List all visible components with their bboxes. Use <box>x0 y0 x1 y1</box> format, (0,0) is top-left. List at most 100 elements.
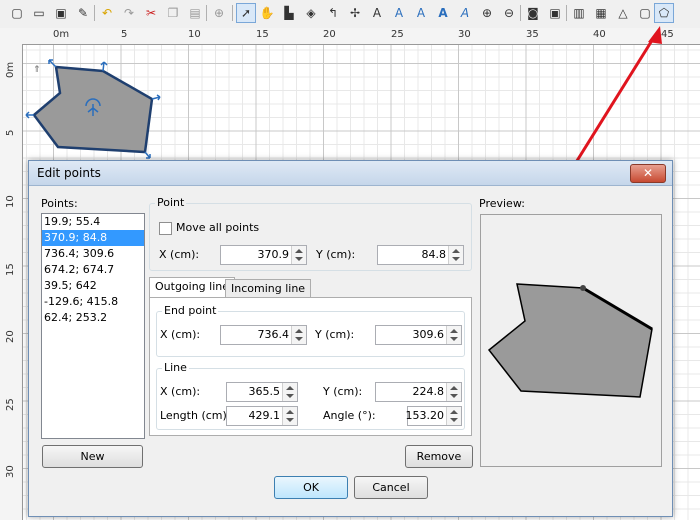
3d-view-icon[interactable]: △ <box>614 4 632 22</box>
spinner-arrows-icon[interactable] <box>291 326 306 344</box>
paste-icon[interactable]: ▤ <box>186 4 204 22</box>
new-button[interactable]: New <box>42 445 143 468</box>
move-all-checkbox[interactable] <box>159 222 172 235</box>
cut-icon[interactable]: ✂ <box>142 4 160 22</box>
preferences-icon[interactable]: ✎ <box>74 4 92 22</box>
end-x-label: X (cm): <box>160 328 201 341</box>
ruler-label: 20 <box>323 29 336 40</box>
create-dimensions-icon[interactable]: ✢ <box>346 4 364 22</box>
spinner-arrows-icon[interactable] <box>446 383 461 401</box>
points-label: Points: <box>41 197 78 210</box>
line-group-label: Line <box>162 361 189 374</box>
toolbar: ▢ ▭ ▣ ✎ ↶ ↷ ✂ ❐ ▤ ⊕ ➚ ✋ ▙ ◈ ↰ ✢ A A A A … <box>0 0 700 29</box>
cancel-button[interactable]: Cancel <box>354 476 428 499</box>
point-x-field[interactable]: 370.9 <box>220 245 307 265</box>
remove-button[interactable]: Remove <box>405 445 473 468</box>
ruler-label: 10 <box>188 29 201 40</box>
tab-incoming-line[interactable]: Incoming line <box>225 279 312 298</box>
copy-icon[interactable]: ❐ <box>164 4 182 22</box>
create-video-icon[interactable]: ▣ <box>546 4 564 22</box>
end-x-field[interactable]: 736.4 <box>220 325 307 345</box>
end-y-label: Y (cm): <box>315 328 355 341</box>
ok-button[interactable]: OK <box>274 476 348 499</box>
list-item-selected[interactable]: 370.9; 84.8 <box>42 230 144 246</box>
length-label: Length (cm): <box>160 409 231 422</box>
points-list[interactable]: 19.9; 55.4 370.9; 84.8 736.4; 309.6 674.… <box>41 213 145 439</box>
point-y-field[interactable]: 84.8 <box>377 245 464 265</box>
ruler-label: 30 <box>5 465 16 478</box>
spinner-arrows-icon[interactable] <box>446 407 461 425</box>
list-item[interactable]: 736.4; 309.6 <box>42 246 144 262</box>
ruler-label: 25 <box>391 29 404 40</box>
new-icon[interactable]: ▢ <box>8 4 26 22</box>
undo-icon[interactable]: ↶ <box>98 4 116 22</box>
preview-panel <box>480 214 662 467</box>
text-bold-icon[interactable]: A <box>434 4 452 22</box>
preview-drawing <box>487 283 653 398</box>
spinner-arrows-icon[interactable] <box>448 246 463 264</box>
ruler-label: 15 <box>256 29 269 40</box>
list-item[interactable]: 674.2; 674.7 <box>42 262 144 278</box>
line-y-value: 224.8 <box>412 385 445 398</box>
list-item[interactable]: -129.6; 415.8 <box>42 294 144 310</box>
create-walls-icon[interactable]: ▙ <box>280 4 298 22</box>
save-icon[interactable]: ▣ <box>52 4 70 22</box>
create-polylines-icon[interactable]: ↰ <box>324 4 342 22</box>
ruler-corner <box>0 28 23 45</box>
ruler-label: 5 <box>121 29 128 40</box>
length-field[interactable]: 429.1 <box>226 406 298 426</box>
create-photo-icon[interactable]: ◙ <box>524 4 542 22</box>
close-button[interactable]: ✕ <box>630 164 666 183</box>
text-style-icon[interactable]: A <box>390 4 408 22</box>
ruler-label: 35 <box>526 29 539 40</box>
spinner-arrows-icon[interactable] <box>291 246 306 264</box>
tab-outgoing-line[interactable]: Outgoing line <box>149 277 236 298</box>
end-y-value: 309.6 <box>412 328 445 341</box>
horizontal-ruler: 0m 5 10 15 20 25 30 35 40 45 <box>22 28 700 45</box>
spinner-arrows-icon[interactable] <box>446 326 461 344</box>
ruler-label: 40 <box>593 29 606 40</box>
redo-icon[interactable]: ↷ <box>120 4 138 22</box>
line-x-label: X (cm): <box>160 385 201 398</box>
zoom-in-icon[interactable]: ⊕ <box>478 4 496 22</box>
preview-selected-point <box>580 285 586 291</box>
pan-icon[interactable]: ✋ <box>258 4 276 22</box>
dialog-title: Edit points <box>37 166 101 180</box>
ruler-label: 15 <box>5 263 16 276</box>
edit-points-dialog: Edit points ✕ Points: 19.9; 55.4 370.9; … <box>28 160 673 517</box>
end-x-value: 736.4 <box>257 328 290 341</box>
angle-value: 153.20 <box>405 409 445 422</box>
point-y-value: 84.8 <box>421 248 447 261</box>
export-icon[interactable]: ▦ <box>592 4 610 22</box>
line-x-field[interactable]: 365.5 <box>226 382 298 402</box>
point-x-value: 370.9 <box>257 248 290 261</box>
line-y-field[interactable]: 224.8 <box>375 382 462 402</box>
select-icon[interactable]: ➚ <box>236 3 256 23</box>
ruler-label: 10 <box>5 195 16 208</box>
angle-field[interactable]: 153.20 <box>405 406 462 426</box>
ruler-label: 45 <box>661 29 674 40</box>
plan-icon[interactable]: ▢ <box>636 4 654 22</box>
list-item[interactable]: 62.4; 253.2 <box>42 310 144 326</box>
import-furniture-icon[interactable]: ▥ <box>570 4 588 22</box>
preview-polygon <box>487 283 653 398</box>
spinner-arrows-icon[interactable] <box>282 383 297 401</box>
zoom-out-icon[interactable]: ⊖ <box>500 4 518 22</box>
list-item[interactable]: 39.5; 642 <box>42 278 144 294</box>
add-furniture-icon[interactable]: ⊕ <box>210 4 228 22</box>
vertical-ruler: 0m 5 10 15 20 25 30 <box>0 44 23 520</box>
create-rooms-icon[interactable]: ◈ <box>302 4 320 22</box>
end-y-field[interactable]: 309.6 <box>375 325 462 345</box>
list-item[interactable]: 19.9; 55.4 <box>42 214 144 230</box>
edit-points-icon[interactable]: ⬠ <box>654 3 674 23</box>
spinner-arrows-icon[interactable] <box>282 407 297 425</box>
move-all-label: Move all points <box>176 221 260 234</box>
italic-icon[interactable]: A <box>456 4 474 22</box>
dialog-titlebar[interactable]: Edit points ✕ <box>29 161 672 186</box>
preview-label: Preview: <box>479 197 525 210</box>
point-group-label: Point <box>155 196 187 209</box>
add-text-icon[interactable]: A <box>368 4 386 22</box>
ruler-label: 5 <box>5 129 16 136</box>
bold-icon[interactable]: A <box>412 4 430 22</box>
open-icon[interactable]: ▭ <box>30 4 48 22</box>
